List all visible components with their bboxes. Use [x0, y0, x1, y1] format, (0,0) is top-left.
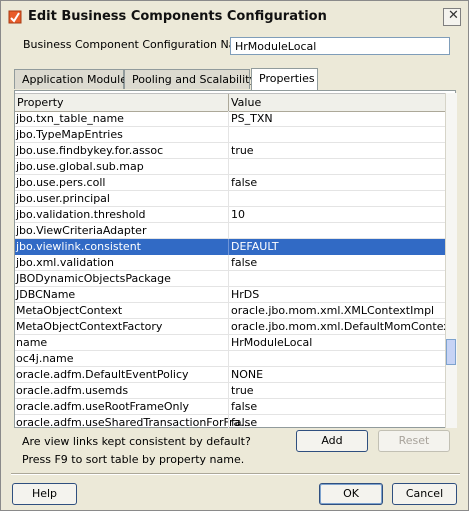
property-name: oracle.adfm.useRootFrameOnly — [16, 400, 190, 413]
table-row[interactable]: jbo.txn_table_name PS_TXN — [15, 111, 445, 127]
table-row[interactable]: jbo.use.pers.coll false — [15, 175, 445, 191]
table-row[interactable]: MetaObjectContext oracle.jbo.mom.xml.XMLC… — [15, 303, 445, 319]
tab-properties[interactable]: Properties — [251, 68, 318, 90]
table-row[interactable]: jbo.use.global.sub.map — [15, 159, 445, 175]
property-value[interactable]: oracle.jbo.mom.xml.XMLContextImpl — [231, 304, 434, 317]
title-bar: Edit Business Components Configuration ✕ — [1, 1, 468, 34]
config-name-input[interactable]: HrModuleLocal — [230, 37, 450, 55]
property-name: oc4j.name — [16, 352, 74, 365]
add-button[interactable]: Add — [296, 430, 368, 452]
table-row[interactable]: jbo.user.principal — [15, 191, 445, 207]
table-row[interactable]: oracle.adfm.useRootFrameOnly false — [15, 399, 445, 415]
property-value[interactable]: HrModuleLocal — [231, 336, 312, 349]
column-header-property[interactable]: Property — [17, 96, 64, 109]
property-name: jbo.ViewCriteriaAdapter — [16, 224, 147, 237]
properties-table: Property Value jbo.txn_table_name PS_TXN … — [15, 93, 445, 429]
property-description: Are view links kept consistent by defaul… — [22, 435, 251, 448]
table-row[interactable]: jbo.validation.threshold 10 — [15, 207, 445, 223]
property-name: oracle.adfm.useSharedTransactionForFra..… — [16, 416, 251, 429]
property-value[interactable]: false — [231, 416, 257, 429]
ok-button[interactable]: OK — [319, 483, 383, 505]
property-name: MetaObjectContext — [16, 304, 123, 317]
table-scrollbar[interactable] — [445, 93, 457, 428]
table-row[interactable]: oracle.adfm.useSharedTransactionForFra..… — [15, 415, 445, 429]
cancel-button-label: Cancel — [405, 487, 444, 500]
property-name: jbo.use.global.sub.map — [16, 160, 144, 173]
help-button-label: Help — [31, 487, 58, 500]
table-row-selected[interactable]: jbo.viewlink.consistent DEFAULT — [15, 239, 445, 255]
table-row[interactable]: JBODynamicObjectsPackage — [15, 271, 445, 287]
reset-button-label: Reset — [398, 434, 430, 447]
property-name: jbo.viewlink.consistent — [16, 240, 141, 253]
property-value[interactable]: false — [231, 176, 257, 189]
table-row[interactable]: jbo.use.findbykey.for.assoc true — [15, 143, 445, 159]
table-row[interactable]: oracle.adfm.DefaultEventPolicy NONE — [15, 367, 445, 383]
table-row[interactable]: jbo.xml.validation false — [15, 255, 445, 271]
help-button[interactable]: Help — [12, 483, 77, 505]
property-name: name — [16, 336, 48, 349]
property-name: MetaObjectContextFactory — [16, 320, 163, 333]
app-icon — [8, 10, 22, 24]
property-value[interactable]: DEFAULT — [231, 240, 279, 253]
table-header: Property Value — [15, 94, 445, 112]
close-button[interactable]: ✕ — [443, 8, 461, 26]
cancel-button[interactable]: Cancel — [392, 483, 457, 505]
sort-hint: Press F9 to sort table by property name. — [22, 453, 245, 466]
add-button-label: Add — [321, 434, 343, 447]
property-name: jbo.TypeMapEntries — [16, 128, 123, 141]
property-name: jbo.xml.validation — [16, 256, 115, 269]
scroll-thumb[interactable] — [446, 339, 456, 365]
footer-separator — [11, 473, 460, 475]
config-name-label: Business Component Configuration Name: — [23, 38, 257, 51]
property-name: jbo.txn_table_name — [16, 112, 124, 125]
edit-bc-config-dialog: Edit Business Components Configuration ✕… — [0, 0, 469, 511]
property-value[interactable]: true — [231, 384, 254, 397]
table-row[interactable]: oracle.adfm.usemds true — [15, 383, 445, 399]
table-row[interactable]: name HrModuleLocal — [15, 335, 445, 351]
property-name: jbo.user.principal — [16, 192, 110, 205]
tab-pooling-scalability[interactable]: Pooling and Scalability — [124, 69, 256, 89]
window-title: Edit Business Components Configuration — [28, 9, 327, 24]
property-value[interactable]: false — [231, 256, 257, 269]
column-header-value[interactable]: Value — [231, 96, 261, 109]
property-value[interactable]: NONE — [231, 368, 263, 381]
table-row[interactable]: MetaObjectContextFactory oracle.jbo.mom.x… — [15, 319, 445, 335]
tab-application-module[interactable]: Application Module — [14, 69, 127, 89]
property-name: oracle.adfm.DefaultEventPolicy — [16, 368, 189, 381]
property-value[interactable]: 10 — [231, 208, 245, 221]
property-value[interactable]: false — [231, 400, 257, 413]
property-name: jbo.use.findbykey.for.assoc — [16, 144, 164, 157]
property-name: oracle.adfm.usemds — [16, 384, 129, 397]
table-row[interactable]: jbo.ViewCriteriaAdapter — [15, 223, 445, 239]
close-icon: ✕ — [448, 8, 459, 23]
property-name: jbo.use.pers.coll — [16, 176, 106, 189]
property-name: JBODynamicObjectsPackage — [16, 272, 171, 285]
property-name: JDBCName — [16, 288, 76, 301]
reset-button[interactable]: Reset — [378, 430, 450, 452]
property-value[interactable]: oracle.jbo.mom.xml.DefaultMomContextF... — [231, 320, 445, 333]
property-value[interactable]: HrDS — [231, 288, 259, 301]
table-row[interactable]: jbo.TypeMapEntries — [15, 127, 445, 143]
table-row[interactable]: oc4j.name — [15, 351, 445, 367]
ok-button-label: OK — [343, 487, 359, 500]
table-row[interactable]: JDBCName HrDS — [15, 287, 445, 303]
property-value[interactable]: true — [231, 144, 254, 157]
property-value[interactable]: PS_TXN — [231, 112, 273, 125]
property-name: jbo.validation.threshold — [16, 208, 146, 221]
